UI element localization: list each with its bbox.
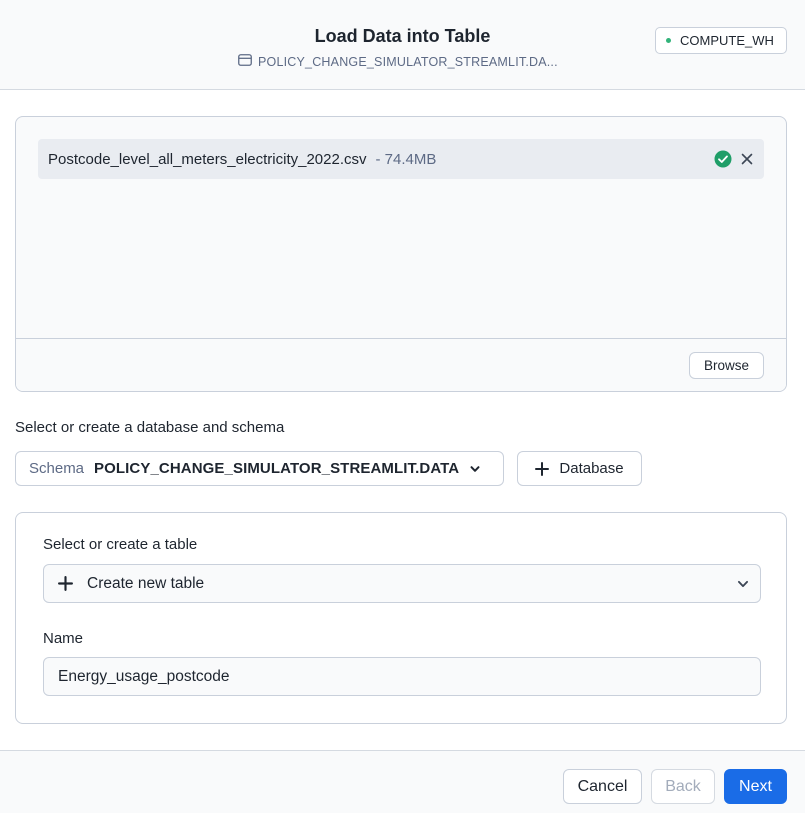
dialog-header: Load Data into Table POLICY_CHANGE_SIMUL… xyxy=(0,0,805,90)
upload-footer: Browse xyxy=(16,338,786,391)
dialog-footer: Cancel Back Next xyxy=(0,750,805,813)
file-name: Postcode_level_all_meters_electricity_20… xyxy=(48,150,367,168)
plus-icon xyxy=(535,461,550,476)
table-select[interactable]: Create new table xyxy=(43,564,761,603)
schema-value: POLICY_CHANGE_SIMULATOR_STREAMLIT.DATA xyxy=(94,460,460,477)
next-button[interactable]: Next xyxy=(724,769,787,804)
add-database-button[interactable]: Database xyxy=(517,451,642,486)
plus-icon xyxy=(58,576,73,591)
file-upload-area[interactable]: Postcode_level_all_meters_electricity_20… xyxy=(15,116,787,392)
table-section-label: Select or create a table xyxy=(43,536,198,553)
chevron-down-icon xyxy=(469,463,481,475)
warehouse-name: COMPUTE_WH xyxy=(680,33,774,48)
table-card: Select or create a table Create new tabl… xyxy=(15,512,787,724)
target-location-text: POLICY_CHANGE_SIMULATOR_STREAMLIT.DA... xyxy=(258,54,558,69)
schema-select[interactable]: Schema POLICY_CHANGE_SIMULATOR_STREAMLIT… xyxy=(15,451,504,486)
uploaded-file-row: Postcode_level_all_meters_electricity_20… xyxy=(38,139,764,179)
database-section-label: Select or create a database and schema xyxy=(15,419,285,436)
file-size: - 74.4MB xyxy=(375,150,437,168)
check-circle-icon xyxy=(714,150,732,172)
add-database-label: Database xyxy=(559,460,624,477)
back-button[interactable]: Back xyxy=(651,769,715,804)
close-icon[interactable] xyxy=(740,152,754,170)
schema-prefix: Schema xyxy=(29,460,85,477)
table-select-value: Create new table xyxy=(87,574,205,592)
cancel-button[interactable]: Cancel xyxy=(563,769,642,804)
target-location: POLICY_CHANGE_SIMULATOR_STREAMLIT.DA... xyxy=(238,54,558,69)
chevron-down-icon xyxy=(736,577,750,591)
table-icon xyxy=(238,54,252,69)
browse-button[interactable]: Browse xyxy=(689,352,764,379)
name-label: Name xyxy=(43,630,84,647)
warehouse-status-dot xyxy=(666,38,671,43)
table-name-input[interactable] xyxy=(43,657,761,696)
warehouse-selector[interactable]: COMPUTE_WH xyxy=(655,27,787,54)
